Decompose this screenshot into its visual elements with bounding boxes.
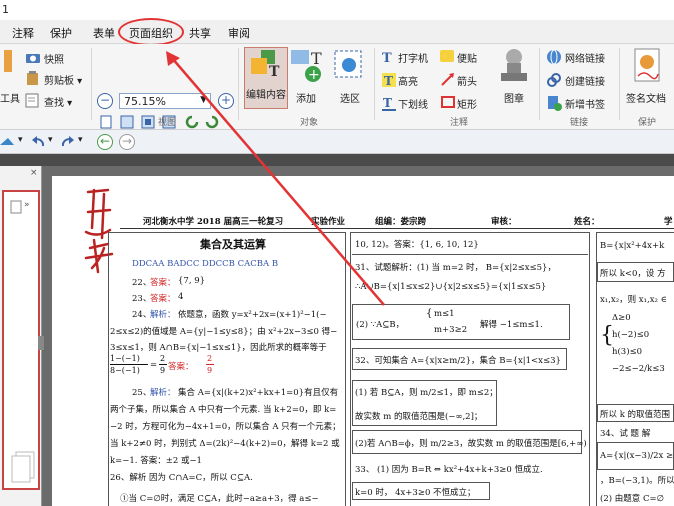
annotation-arrow (166, 51, 385, 306)
